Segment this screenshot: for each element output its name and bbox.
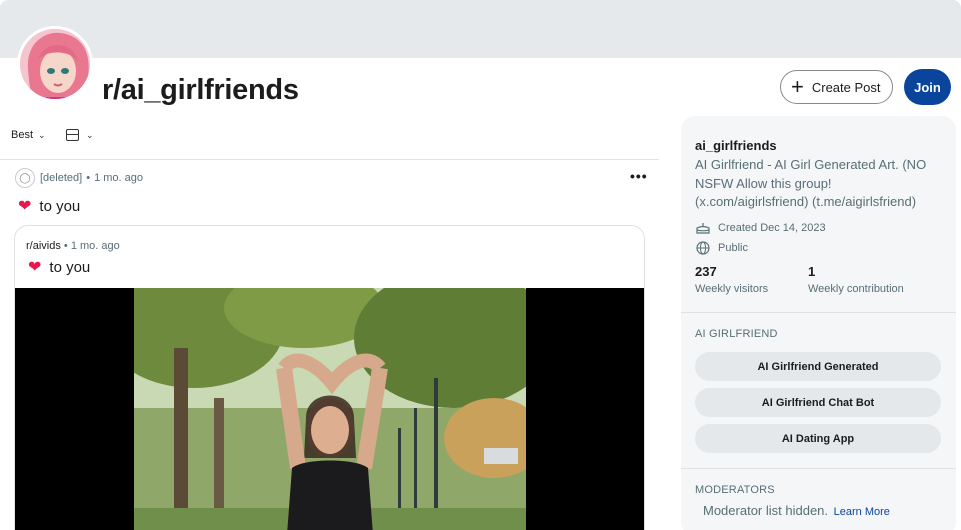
weekly-contribution-value: 1 [808,264,816,279]
crosspost-subreddit[interactable]: r/aivids [26,240,61,252]
sidebar-link-ai-dating-app[interactable]: AI Dating App [695,424,941,453]
divider [681,312,956,313]
chevron-down-icon: ⌄ [38,129,46,140]
join-button[interactable]: Join [904,69,951,105]
sort-label: Best [11,129,34,141]
visibility-text: Public [718,241,748,254]
post-title[interactable]: ❤ to you [18,198,80,215]
divider [681,468,956,469]
visibility: Public [695,240,748,255]
crosspost-meta: r/aivids • 1 mo. ago [26,240,120,252]
more-horizontal-icon[interactable]: ••• [630,168,648,184]
heart-emoji-icon: ❤ [28,258,42,276]
community-name: ai_girlfriends [695,138,777,153]
community-avatar[interactable] [17,26,93,102]
globe-icon [695,240,710,255]
weekly-contribution-label: Weekly contribution [808,283,904,295]
view-layout-toggle[interactable]: ⌄ [66,129,94,141]
crosspost-card[interactable]: r/aivids • 1 mo. ago ❤ to you [14,225,645,530]
page-title: r/ai_girlfriends [102,74,299,106]
community-banner [0,0,961,58]
heart-emoji-icon: ❤ [18,197,32,215]
plus-icon: + [791,74,804,99]
crosspost-age: 1 mo. ago [70,240,120,252]
community-sidebar: ai_girlfriends AI Girlfriend - AI Girl G… [681,116,956,530]
post-author[interactable]: [deleted] [40,172,82,184]
post-meta: ◯ [deleted] • 1 mo. ago [15,168,143,188]
video-player[interactable] [15,288,644,530]
sort-dropdown[interactable]: Best ⌄ [11,129,46,141]
park-photo [134,288,526,530]
learn-more-link[interactable]: Learn More [834,506,890,518]
post-media-image [134,288,526,530]
create-post-button[interactable]: + Create Post [780,70,893,104]
sidebar-link-ai-girlfriend-chat-bot[interactable]: AI Girlfriend Chat Bot [695,388,941,417]
create-post-label: Create Post [811,79,881,95]
sidebar-link-ai-girlfriend-generated[interactable]: AI Girlfriend Generated [695,352,941,381]
separator-dot: • [63,240,71,252]
weekly-visitors-value: 237 [695,264,717,279]
created-date-text: Created Dec 14, 2023 [718,221,826,234]
post-age: 1 mo. ago [94,172,143,184]
moderators-info: Moderator list hidden. Learn More [703,503,890,518]
crosspost-title[interactable]: ❤ to you [28,259,90,276]
chevron-down-icon: ⌄ [86,129,94,140]
user-avatar-icon: ◯ [15,168,35,188]
avatar-illustration [20,29,90,99]
card-layout-icon [66,129,79,141]
divider [0,159,659,160]
created-date: Created Dec 14, 2023 [695,220,826,235]
crosspost-title-text: to you [49,259,91,276]
separator-dot: • [86,172,91,184]
moderators-hidden-text: Moderator list hidden. [703,503,829,518]
section-title: AI GIRLFRIEND [695,328,778,340]
weekly-visitors-label: Weekly visitors [695,283,769,295]
post-title-text: to you [39,198,81,215]
cake-icon [695,220,710,235]
moderators-title: MODERATORS [695,484,775,496]
community-description: AI Girlfriend - AI Girl Generated Art. (… [695,157,927,209]
